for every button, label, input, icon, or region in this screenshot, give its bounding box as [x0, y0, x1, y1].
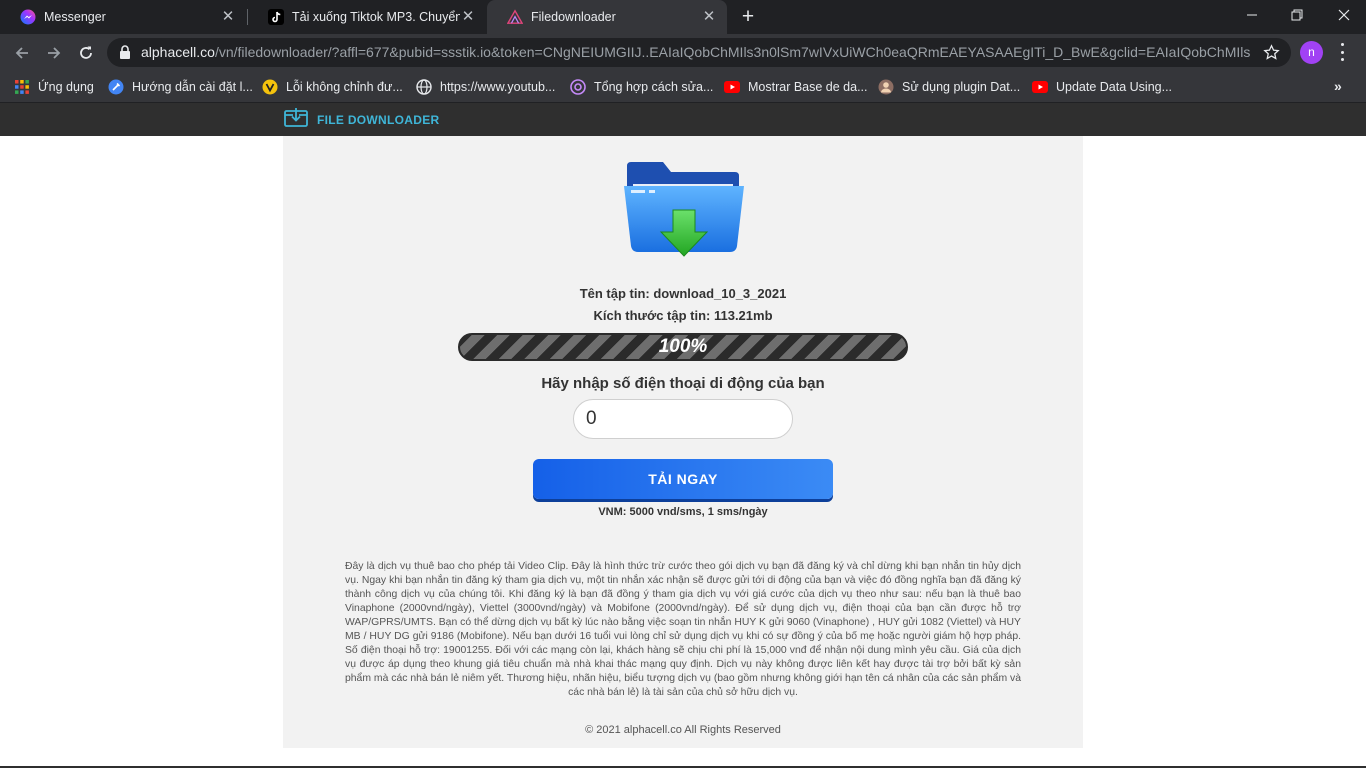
download-progress-bar: 100% [458, 333, 908, 361]
tab-tiktok[interactable]: Tải xuống Tiktok MP3. Chuyển đổi ✕ [248, 0, 486, 34]
chevron-double-right-icon[interactable]: » [1334, 78, 1342, 94]
address-bar[interactable]: alphacell.co/vn/filedownloader/?affl=677… [107, 38, 1291, 67]
bookmark-label: Mostrar Base de da... [748, 80, 868, 94]
site-header: FILE DOWNLOADER [0, 103, 1366, 136]
bookmark-star-icon[interactable] [1261, 42, 1281, 62]
profile-avatar[interactable]: n [1300, 41, 1323, 64]
filedownloader-icon [507, 9, 523, 25]
folder-download-icon [623, 160, 745, 270]
tiktok-icon [268, 9, 284, 25]
tab-messenger[interactable]: Messenger ✕ [0, 0, 246, 34]
forward-button[interactable] [41, 40, 67, 66]
bookmark-item[interactable]: Sử dụng plugin Dat... [878, 76, 1020, 98]
file-size-text: Kích thước tập tin: 113.21mb [593, 308, 773, 323]
avatar-icon [878, 79, 894, 95]
pricing-text: VNM: 5000 vnd/sms, 1 sms/ngày [598, 506, 768, 518]
download-box-icon [284, 107, 308, 132]
circle-logo-icon [570, 79, 586, 95]
bookmark-label: Sử dụng plugin Dat... [902, 80, 1021, 94]
bookmark-item[interactable]: Hướng dẫn cài đặt l... [108, 76, 253, 98]
brand-logo[interactable]: FILE DOWNLOADER [284, 107, 440, 132]
bookmark-item[interactable]: https://www.youtub... [416, 76, 555, 98]
bookmark-label: Lỗi không chỉnh đư... [286, 80, 403, 94]
close-window-icon[interactable] [1332, 4, 1356, 26]
file-name-text: Tên tập tin: download_10_3_2021 [579, 286, 787, 301]
tab-title: Filedownloader [531, 10, 616, 24]
bookmark-label: https://www.youtub... [440, 80, 556, 94]
bookmark-item[interactable]: Mostrar Base de da... [724, 76, 868, 98]
lock-icon[interactable] [118, 44, 132, 60]
url-path: /vn/filedownloader/?affl=677&pubid=sssti… [214, 44, 1251, 60]
menu-kebab-icon[interactable] [1339, 43, 1345, 61]
phone-label: Hãy nhập số điện thoại di động của bạn [541, 375, 825, 392]
phone-number-input[interactable] [573, 399, 793, 439]
progress-label: 100% [658, 336, 708, 357]
terms-text: Đây là dịch vụ thuê bao cho phép tải Vid… [345, 561, 1021, 698]
youtube-icon [724, 79, 740, 95]
tab-filedownloader[interactable]: Filedownloader ✕ [487, 0, 727, 34]
bookmarks-bar: Ứng dụng Hướng dẫn cài đặt l... Lỗi khôn… [0, 71, 1366, 103]
minimize-icon[interactable] [1240, 4, 1264, 26]
reload-button[interactable] [73, 40, 99, 66]
apps-grid-icon [14, 79, 30, 95]
bookmark-label: Ứng dụng [38, 80, 94, 94]
youtube-icon [1032, 79, 1048, 95]
restore-icon[interactable] [1285, 4, 1309, 26]
url-host: alphacell.co [141, 44, 215, 60]
tab-title: Tải xuống Tiktok MP3. Chuyển đổi [292, 10, 460, 24]
browser-tabstrip: Messenger ✕ Tải xuống Tiktok MP3. Chuyển… [0, 0, 1366, 34]
close-icon[interactable]: ✕ [460, 9, 476, 25]
tab-title: Messenger [44, 10, 106, 24]
bookmark-apps[interactable]: Ứng dụng [14, 76, 94, 98]
back-button[interactable] [9, 40, 35, 66]
copyright-text: © 2021 alphacell.co All Rights Reserved [585, 724, 781, 736]
warning-badge-icon [262, 79, 278, 95]
address-url[interactable]: alphacell.co/vn/filedownloader/?affl=677… [141, 38, 1251, 67]
close-icon[interactable]: ✕ [701, 9, 717, 25]
browser-toolbar: alphacell.co/vn/filedownloader/?affl=677… [0, 34, 1366, 71]
bookmark-label: Tổng hợp cách sửa... [594, 80, 714, 94]
bookmark-item[interactable]: Update Data Using... [1032, 76, 1172, 98]
new-tab-button[interactable]: + [737, 6, 759, 28]
download-panel: Tên tập tin: download_10_3_2021 Kích thư… [283, 136, 1083, 748]
globe-icon [416, 79, 432, 95]
download-now-button[interactable]: TẢI NGAY [533, 459, 833, 499]
messenger-icon [20, 9, 36, 25]
bookmark-label: Update Data Using... [1056, 80, 1173, 94]
bookmark-label: Hướng dẫn cài đặt l... [132, 80, 253, 94]
bookmark-item[interactable]: Tổng hợp cách sửa... [570, 76, 713, 98]
bookmark-item[interactable]: Lỗi không chỉnh đư... [262, 76, 403, 98]
close-icon[interactable]: ✕ [220, 9, 236, 25]
brand-name: FILE DOWNLOADER [317, 112, 440, 127]
tool-icon [108, 79, 124, 95]
